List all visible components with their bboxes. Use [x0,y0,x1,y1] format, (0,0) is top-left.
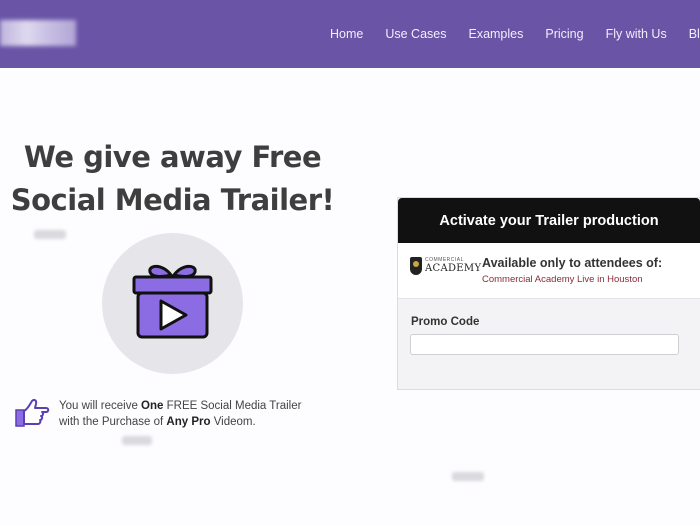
hero-title-line-2: Social Media Trailer! [10,183,335,217]
event-name: Commercial Academy Live in Houston [482,274,643,285]
academy-crest-icon [410,257,422,275]
gift-badge [102,233,243,374]
decorative-smudge [34,230,66,239]
nav-item-pricing[interactable]: Pricing [545,27,583,41]
decorative-smudge [452,472,484,481]
top-navbar: Home Use Cases Examples Pricing Fly with… [0,0,700,68]
promo-code-input[interactable] [410,334,679,355]
available-title: Available only to attendees of: [482,256,663,270]
gift-play-icon [132,264,213,339]
decorative-smudge [122,436,152,445]
activation-card: Activate your Trailer production COMMERC… [397,197,700,390]
attendee-notice: COMMERCIAL ACADEMY Available only to att… [398,243,700,299]
nav-item-examples[interactable]: Examples [468,27,523,41]
commercial-academy-logo: COMMERCIAL ACADEMY [410,257,481,279]
activation-card-header: Activate your Trailer production [398,198,700,243]
nav-menu: Home Use Cases Examples Pricing Fly with… [330,0,700,68]
brand-logo[interactable] [0,20,76,46]
pointing-hand-icon [15,399,50,427]
nav-item-home[interactable]: Home [330,27,363,41]
nav-item-blog[interactable]: Blog [689,27,700,41]
promo-offer-text: You will receive One FREE Social Media T… [59,400,302,428]
nav-item-fly-with-us[interactable]: Fly with Us [606,27,667,41]
nav-item-use-cases[interactable]: Use Cases [385,27,446,41]
hero-title-line-1: We give away Free [23,140,322,174]
promo-code-label: Promo Code [411,316,480,328]
hero-title: We give away Free Social Media Trailer! [0,136,345,222]
